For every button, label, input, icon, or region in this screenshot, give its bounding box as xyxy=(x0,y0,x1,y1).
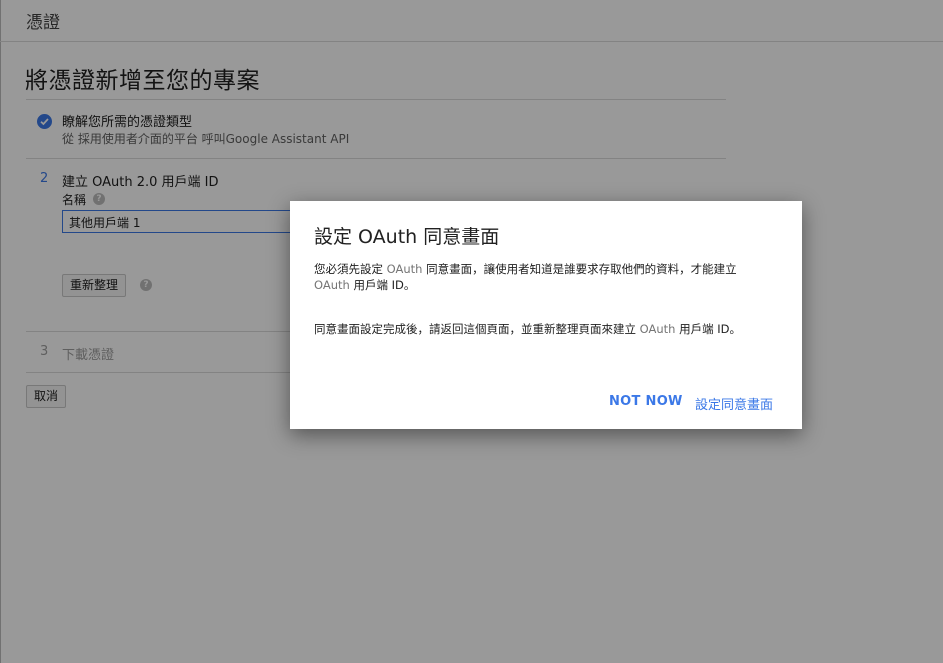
dialog-instructions: 同意畫面設定完成後，請返回這個頁面，並重新整理頁面來建立 OAuth 用戶端 I… xyxy=(314,321,774,337)
dialog-text: 同意畫面設定完成後，請返回這個頁面，並重新整理頁面來建立 xyxy=(314,322,640,336)
dialog-text: 您必須先設定 xyxy=(314,262,387,276)
oauth-term: OAuth xyxy=(639,322,676,336)
oauth-term: OAuth xyxy=(386,262,423,276)
dialog-text: 用戶端 ID。 xyxy=(675,322,742,336)
dialog-title: 設定 OAuth 同意畫面 xyxy=(314,226,500,248)
dialog-text: 用戶端 ID。 xyxy=(349,278,416,292)
oauth-consent-dialog: 設定 OAuth 同意畫面 您必須先設定 OAuth 同意畫面，讓使用者知道是誰… xyxy=(290,201,802,429)
not-now-button[interactable]: NOT NOW xyxy=(609,394,683,409)
oauth-term: OAuth xyxy=(314,278,350,292)
dialog-text: 同意畫面，讓使用者知道是誰要求存取他們的資料，才能建立 xyxy=(422,262,737,276)
dialog-message: 您必須先設定 OAuth 同意畫面，讓使用者知道是誰要求存取他們的資料，才能建立… xyxy=(314,261,774,293)
configure-consent-screen-button[interactable]: 設定同意畫面 xyxy=(695,394,773,413)
